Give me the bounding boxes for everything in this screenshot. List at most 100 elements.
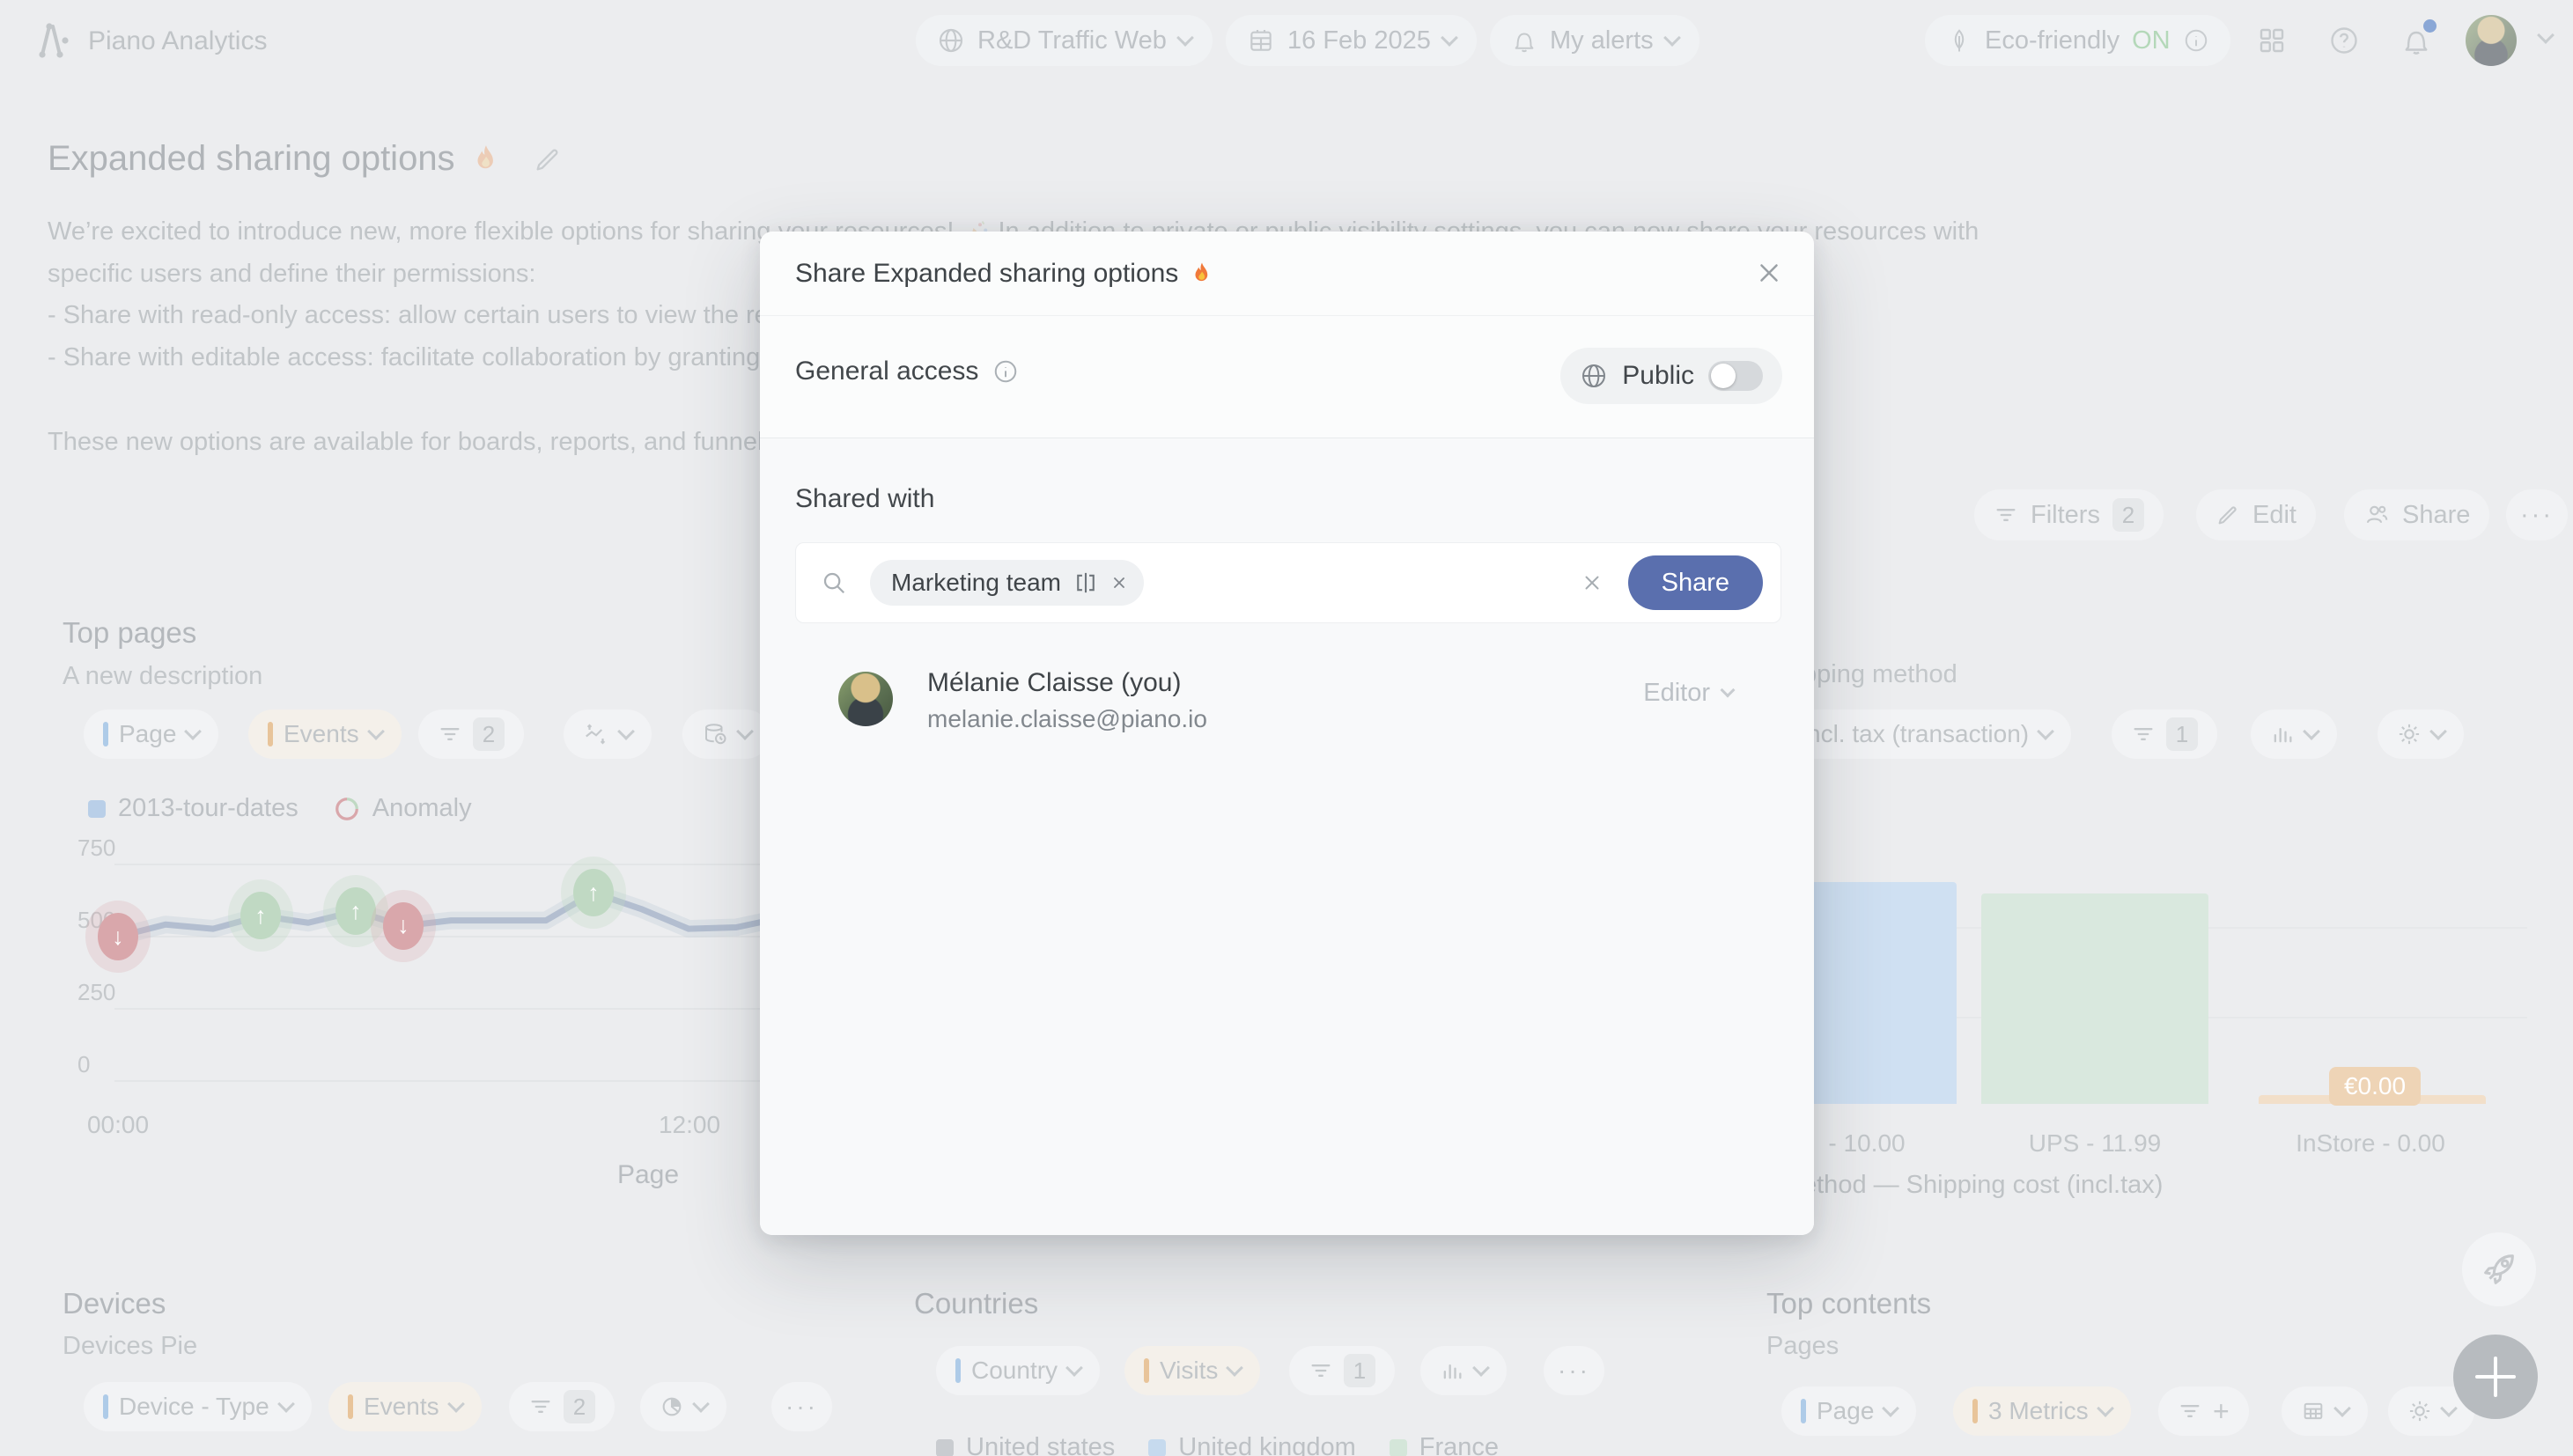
- bar-category-3: InStore - 0.00: [2296, 1129, 2445, 1158]
- chip-filter-add[interactable]: +: [2158, 1386, 2249, 1436]
- top-pages-title: Top pages: [63, 616, 196, 650]
- anomaly-marker-down[interactable]: ↓: [98, 913, 138, 960]
- apps-grid-icon[interactable]: [2256, 25, 2288, 56]
- fire-emoji: [469, 143, 503, 176]
- notifications-bell-icon[interactable]: [2400, 25, 2432, 56]
- chip-dimension-device-type[interactable]: Device - Type: [84, 1382, 312, 1431]
- anomaly-marker-down[interactable]: ↓: [383, 902, 424, 950]
- chevron-down-icon: [617, 723, 635, 740]
- chevron-down-icon: [2037, 723, 2054, 740]
- chip-filter-devices[interactable]: 2: [509, 1382, 615, 1431]
- user-email: melanie.claisse@piano.io: [927, 705, 1207, 733]
- plus-icon: +: [2213, 1395, 2230, 1428]
- share-page-button[interactable]: Share: [2344, 489, 2489, 540]
- chip-filter-top-pages[interactable]: 2: [418, 710, 524, 759]
- chip-chart-type-pie[interactable]: [640, 1382, 726, 1431]
- chip-metrics-3[interactable]: 3 Metrics: [1953, 1386, 2131, 1436]
- filters-button[interactable]: Filters 2: [1974, 489, 2164, 540]
- anomaly-marker-up[interactable]: ↑: [573, 869, 614, 916]
- bar-0[interactable]: [1796, 882, 1957, 1104]
- chip-data-source[interactable]: [682, 710, 770, 759]
- chevron-down-icon: [2333, 1400, 2351, 1417]
- chip-more-countries[interactable]: ···: [1544, 1346, 1604, 1395]
- bar-1[interactable]: [1981, 893, 2208, 1104]
- chevron-down-icon: [2097, 1400, 2114, 1417]
- eco-state: ON: [2132, 26, 2171, 55]
- piano-logo-icon[interactable]: [32, 18, 77, 63]
- chevron-down-icon: [1663, 29, 1681, 47]
- chip-filter-shipping[interactable]: 1: [2112, 710, 2217, 759]
- public-toggle[interactable]: [1708, 361, 1763, 391]
- bar-chart-icon: [1440, 1358, 1464, 1383]
- chevron-down-icon: [1226, 1359, 1243, 1377]
- filter-icon: [528, 1394, 553, 1419]
- rocket-button[interactable]: [2462, 1232, 2536, 1306]
- chip-dimension-page-contents[interactable]: Page: [1781, 1386, 1916, 1436]
- chip-metric-visits[interactable]: Visits: [1124, 1346, 1260, 1395]
- shipping-title-fragment: pping method: [1803, 660, 1957, 689]
- chip-chart-type-bars[interactable]: [2251, 710, 2337, 759]
- eco-friendly-toggle[interactable]: Eco-friendly ON: [1925, 15, 2230, 66]
- more-actions-button[interactable]: ···: [2506, 489, 2568, 540]
- calendar-icon: [1247, 26, 1275, 55]
- chevron-down-icon: [736, 723, 754, 740]
- chevron-down-icon[interactable]: [2537, 26, 2555, 44]
- info-icon[interactable]: [992, 358, 1019, 385]
- shipping-bar-chart[interactable]: [1796, 871, 2536, 1104]
- general-access-label: General access: [795, 357, 978, 386]
- chip-trend-options[interactable]: [564, 710, 652, 759]
- visibility-pill[interactable]: Public: [1560, 348, 1782, 404]
- help-icon[interactable]: [2328, 25, 2360, 56]
- chip-chart-type-table[interactable]: [2282, 1386, 2368, 1436]
- share-search-field[interactable]: Marketing team Share: [795, 542, 1781, 623]
- chip-dimension-country[interactable]: Country: [936, 1346, 1100, 1395]
- top-header: Piano Analytics R&D Traffic Web 16 Feb 2…: [0, 0, 2573, 81]
- anomaly-marker-up[interactable]: ↑: [335, 887, 376, 935]
- date-picker-label: 16 Feb 2025: [1287, 26, 1431, 55]
- user-avatar[interactable]: [2466, 15, 2517, 66]
- remove-tag-icon[interactable]: [1110, 574, 1128, 592]
- people-icon: [2363, 502, 2390, 528]
- alerts-picker[interactable]: My alerts: [1490, 15, 1699, 66]
- metric-accent: [268, 722, 273, 746]
- chevron-down-icon: [367, 723, 385, 740]
- chevron-down-icon: [2429, 723, 2447, 740]
- recipient-tag[interactable]: Marketing team: [870, 560, 1144, 606]
- add-widget-fab[interactable]: [2453, 1335, 2538, 1419]
- globe-icon: [937, 26, 965, 55]
- filter-icon: [1309, 1358, 1333, 1383]
- site-picker[interactable]: R&D Traffic Web: [916, 15, 1213, 66]
- group-brackets-icon: [1073, 570, 1098, 595]
- chip-metric-tax[interactable]: ncl. tax (transaction): [1788, 710, 2071, 759]
- recipient-tag-label: Marketing team: [891, 569, 1061, 597]
- filter-icon: [2178, 1399, 2202, 1423]
- date-picker[interactable]: 16 Feb 2025: [1226, 15, 1477, 66]
- chip-more-devices[interactable]: ···: [771, 1382, 832, 1431]
- user-avatar: [838, 672, 893, 726]
- chevron-down-icon: [1883, 1400, 1900, 1417]
- info-icon: [2183, 27, 2209, 54]
- page-bullet-editable: - Share with editable access: facilitate…: [48, 343, 780, 372]
- shared-with-label: Shared with: [795, 484, 934, 514]
- edit-title-icon[interactable]: [533, 144, 563, 174]
- chip-filter-countries[interactable]: 1: [1289, 1346, 1395, 1395]
- edit-button[interactable]: Edit: [2196, 489, 2316, 540]
- chevron-down-icon: [692, 1395, 710, 1413]
- close-icon[interactable]: [1754, 258, 1784, 288]
- chip-metric-events-devices[interactable]: Events: [328, 1382, 482, 1431]
- chip-dimension-page[interactable]: Page: [84, 710, 218, 759]
- gear-icon: [2397, 722, 2422, 746]
- chip-metric-events[interactable]: Events: [248, 710, 402, 759]
- ellipsis-icon: ···: [1558, 1357, 1590, 1385]
- chevron-down-icon: [185, 723, 203, 740]
- share-submit-button[interactable]: Share: [1628, 555, 1763, 610]
- chip-chart-type-bars-countries[interactable]: [1420, 1346, 1507, 1395]
- chevron-down-icon: [1721, 683, 1736, 698]
- filters-count-badge: 2: [2112, 498, 2144, 532]
- top-pages-legend: 2013-tour-dates Anomaly: [88, 794, 472, 823]
- user-role-select[interactable]: Editor: [1643, 679, 1733, 708]
- anomaly-marker-up[interactable]: ↑: [240, 892, 281, 939]
- ellipsis-icon: ···: [2520, 501, 2554, 530]
- clear-search-icon[interactable]: [1581, 571, 1604, 594]
- chip-settings[interactable]: [2378, 710, 2464, 759]
